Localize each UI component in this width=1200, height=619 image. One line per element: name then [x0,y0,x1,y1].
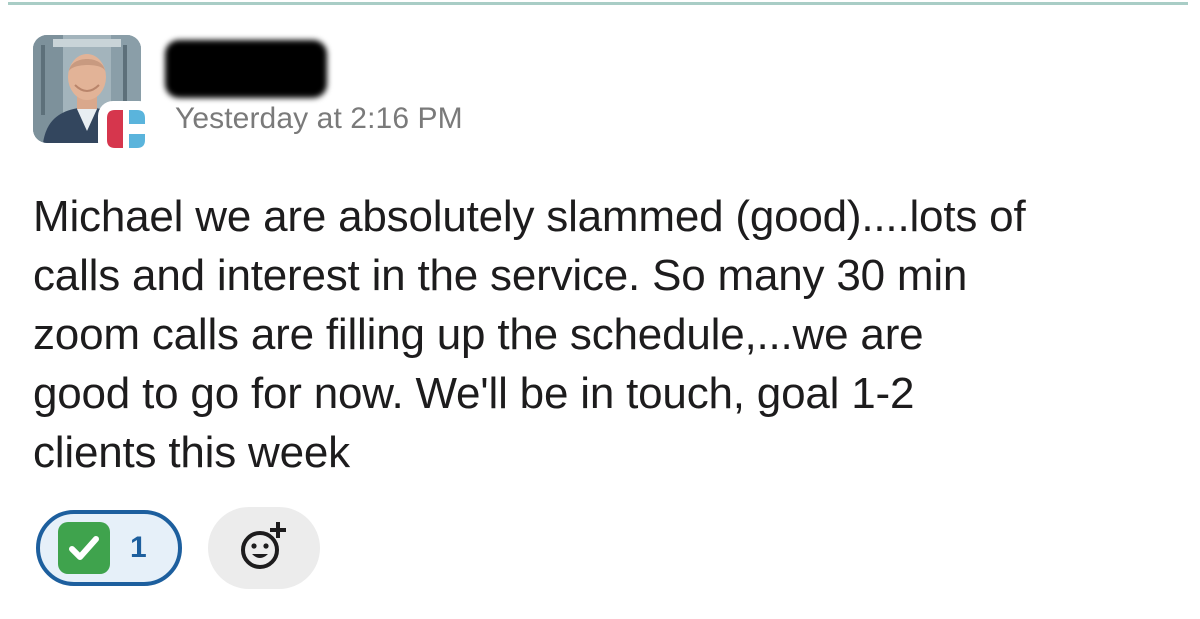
sender-name-redacted[interactable] [165,40,327,98]
reaction-white-check-mark[interactable]: 1 [36,510,182,586]
white-check-mark-icon [58,522,110,574]
app-badge-icon [101,104,151,154]
add-reaction-button[interactable] [208,507,320,589]
message-timestamp[interactable]: Yesterday at 2:16 PM [175,102,463,136]
message-line: Michael we are absolutely slammed (good)… [33,192,1026,241]
message-line: calls and interest in the service. So ma… [33,251,968,300]
reaction-count: 1 [130,531,147,564]
message-body: Michael we are absolutely slammed (good)… [33,187,1183,482]
message-item: Yesterday at 2:16 PM Michael we are abso… [0,0,1200,619]
message-line: zoom calls are filling up the schedule,.… [33,310,924,359]
message-line: good to go for now. We'll be in touch, g… [33,369,915,418]
add-reaction-icon [232,514,296,583]
message-line: clients this week [33,428,350,477]
